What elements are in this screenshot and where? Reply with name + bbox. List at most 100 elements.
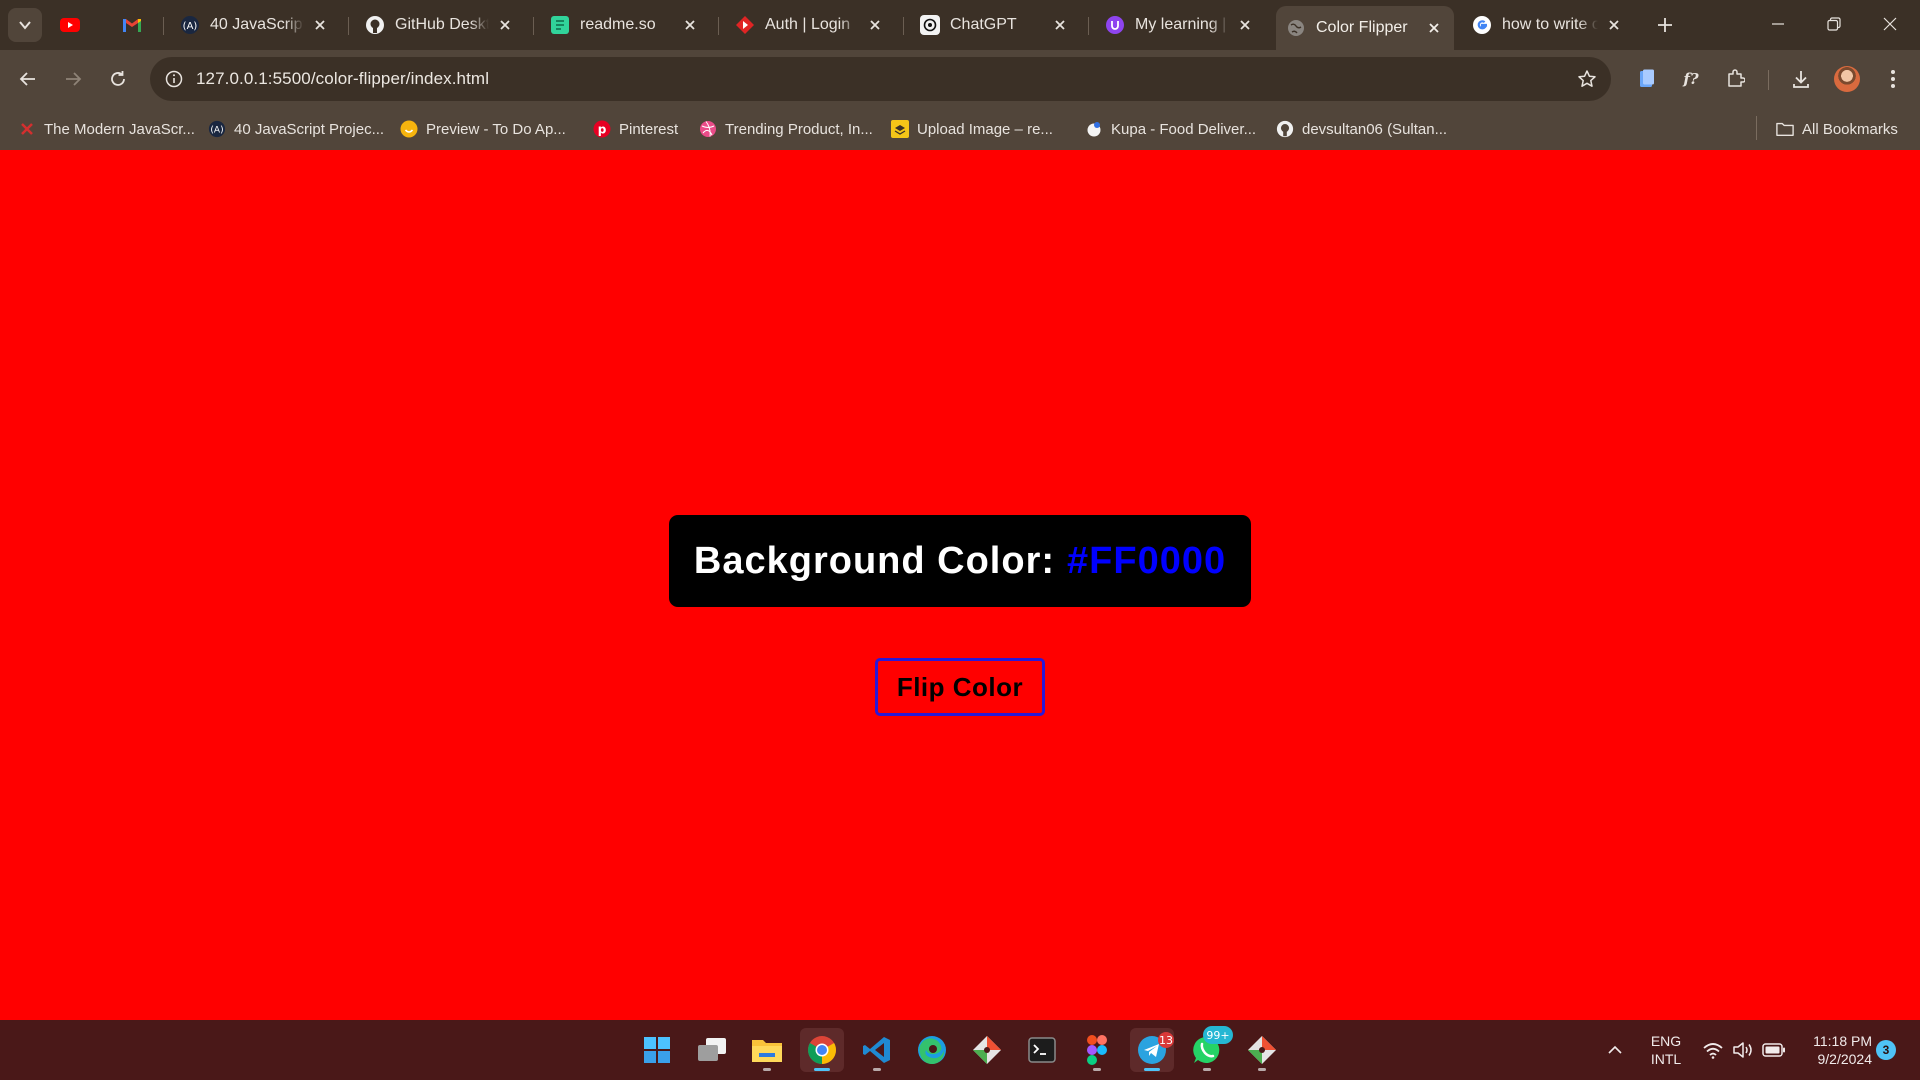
dribbble-icon — [699, 120, 717, 138]
taskbar-clock[interactable]: 11:18 PM 9/2/2024 — [1796, 1032, 1872, 1068]
figma-icon[interactable] — [1075, 1028, 1119, 1072]
bookmark-item[interactable]: Preview - To Do Ap... — [400, 117, 566, 141]
windows-taskbar: 13 99+ ENG INTL 11:18 PM 9/2/2024 — [0, 1020, 1920, 1080]
notification-badge[interactable]: 3 — [1876, 1040, 1896, 1060]
extensions-puzzle-icon[interactable] — [1720, 64, 1750, 94]
svg-text:f?: f? — [1682, 70, 1698, 88]
all-bookmarks-button[interactable]: All Bookmarks — [1776, 117, 1898, 141]
tab-color-flipper[interactable]: Color Flipper — [1276, 6, 1454, 50]
download-icon[interactable] — [1786, 64, 1816, 94]
page-viewport: Background Color: #FF0000 Flip Color — [0, 150, 1920, 1020]
kupa-icon — [1085, 120, 1103, 138]
browser-toolbar: 127.0.0.1:5500/color-flipper/index.html … — [0, 50, 1920, 108]
google-icon — [1472, 15, 1492, 35]
close-icon — [1883, 17, 1897, 31]
color-display-card: Background Color: #FF0000 — [669, 515, 1251, 607]
wifi-icon[interactable] — [1698, 1028, 1728, 1072]
volume-icon[interactable] — [1728, 1028, 1758, 1072]
gmail-icon — [122, 15, 142, 35]
udemy-icon — [1105, 15, 1125, 35]
bookmark-star-icon[interactable] — [1575, 67, 1599, 91]
font-extension-icon[interactable]: f? — [1676, 64, 1706, 94]
url-text[interactable]: 127.0.0.1:5500/color-flipper/index.html — [196, 69, 489, 89]
menu-kebab-icon[interactable] — [1878, 64, 1908, 94]
tab-github-desktop[interactable]: GitHub Deskto — [355, 8, 525, 42]
pinterest-icon: p — [593, 120, 611, 138]
reload-icon — [111, 71, 125, 86]
minimize-icon — [1772, 23, 1784, 25]
svg-text:p: p — [598, 123, 607, 137]
close-window-button[interactable] — [1862, 0, 1918, 48]
auth-icon — [735, 15, 755, 35]
svg-text:(A): (A) — [210, 126, 223, 136]
arrow-right-icon — [66, 72, 82, 86]
close-icon[interactable] — [1604, 15, 1624, 35]
bookmark-item[interactable]: Kupa - Food Deliver... — [1085, 117, 1256, 141]
close-icon[interactable] — [1235, 15, 1255, 35]
tab-readme[interactable]: readme.so — [540, 8, 710, 42]
tab-40-javascript[interactable]: (A) 40 JavaScript P — [170, 8, 340, 42]
flip-color-button[interactable]: Flip Color — [875, 658, 1045, 716]
svg-text:(A): (A) — [183, 21, 198, 32]
whatsapp-badge: 99+ — [1203, 1026, 1233, 1044]
start-icon[interactable] — [635, 1028, 679, 1072]
bookmarks-bar: The Modern JavaScr... (A) 40 JavaScript … — [0, 108, 1920, 150]
tab-how-to-write[interactable]: how to write o — [1462, 8, 1634, 42]
codepen-icon: (A) — [180, 15, 200, 35]
new-tab-button[interactable] — [1650, 10, 1680, 40]
tab-search-button[interactable] — [8, 8, 42, 42]
back-button[interactable] — [10, 61, 46, 97]
youtube-icon — [60, 15, 80, 35]
color-label: Background Color: — [693, 539, 1056, 582]
terminal-icon[interactable] — [1020, 1028, 1064, 1072]
bookmark-item[interactable]: devsultan06 (Sultan... — [1276, 117, 1447, 141]
telegram-icon[interactable]: 13 — [1130, 1028, 1174, 1072]
close-icon[interactable] — [1050, 15, 1070, 35]
extension-document-icon[interactable] — [1632, 64, 1662, 94]
site-info-icon[interactable] — [162, 67, 186, 91]
close-icon[interactable] — [310, 15, 330, 35]
chevron-up-icon[interactable] — [1600, 1028, 1630, 1072]
edge-icon[interactable] — [910, 1028, 954, 1072]
whatsapp-icon[interactable]: 99+ — [1185, 1026, 1233, 1072]
javascript-icon — [18, 120, 36, 138]
address-bar[interactable]: 127.0.0.1:5500/color-flipper/index.html — [150, 57, 1611, 101]
tab-gmail[interactable] — [122, 8, 152, 42]
folder-icon — [1776, 120, 1794, 138]
tab-youtube[interactable] — [60, 8, 90, 42]
chrome-icon[interactable] — [800, 1028, 844, 1072]
forward-button[interactable] — [55, 61, 91, 97]
git-icon-2[interactable] — [1240, 1028, 1284, 1072]
language-indicator[interactable]: ENG INTL — [1640, 1032, 1692, 1068]
close-icon[interactable] — [865, 15, 885, 35]
close-icon[interactable] — [1424, 18, 1444, 38]
bookmark-item[interactable]: (A) 40 JavaScript Projec... — [208, 117, 384, 141]
reload-button[interactable] — [100, 61, 136, 97]
telegram-badge: 13 — [1158, 1032, 1174, 1048]
readme-icon — [550, 15, 570, 35]
tab-chatgpt[interactable]: ChatGPT — [910, 8, 1080, 42]
close-icon[interactable] — [495, 15, 515, 35]
profile-avatar[interactable] — [1834, 66, 1860, 92]
tab-auth-login[interactable]: Auth | Login — [725, 8, 895, 42]
github-icon — [1276, 120, 1294, 138]
vscode-icon[interactable] — [855, 1028, 899, 1072]
bookmark-item[interactable]: p Pinterest — [593, 117, 678, 141]
minimize-button[interactable] — [1750, 0, 1806, 48]
arrow-left-icon — [19, 72, 35, 86]
restore-icon — [1827, 17, 1841, 31]
git-icon[interactable] — [965, 1028, 1009, 1072]
bookmark-item[interactable]: Upload Image – re... — [891, 117, 1053, 141]
task-view-icon[interactable] — [690, 1028, 734, 1072]
close-icon[interactable] — [680, 15, 700, 35]
battery-icon[interactable] — [1758, 1028, 1790, 1072]
bookmarks-divider — [1756, 116, 1757, 140]
restore-button[interactable] — [1806, 0, 1862, 48]
chatgpt-icon — [920, 15, 940, 35]
color-value: #FF0000 — [1067, 539, 1227, 582]
bookmark-item[interactable]: The Modern JavaScr... — [18, 117, 195, 141]
file-explorer-icon[interactable] — [745, 1028, 789, 1072]
bookmark-item[interactable]: Trending Product, In... — [699, 117, 873, 141]
chevron-down-icon — [19, 21, 31, 30]
tab-my-learning[interactable]: My learning | U — [1095, 8, 1265, 42]
